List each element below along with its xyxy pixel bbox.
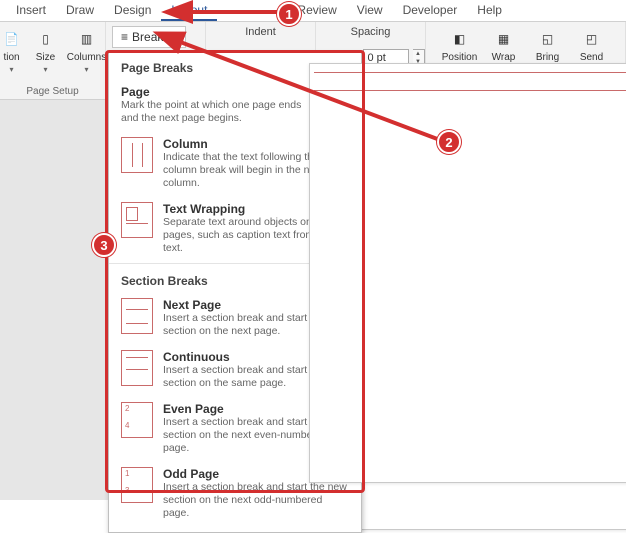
menu-item-page-break[interactable]: Page Mark the point at which one page en… [109,79,361,131]
tab-layout[interactable]: Layout [161,0,217,21]
position-icon: ◧ [449,28,471,50]
breaks-button[interactable]: ≡ Breaks ▾ [112,26,186,48]
bring-forward-icon: ◱ [537,28,559,50]
columns-button[interactable]: ▥ Columns ▾ [67,26,107,76]
columns-icon: ▥ [76,28,98,50]
tab-hidden-1[interactable] [217,0,267,21]
page-size-icon: ▯ [35,28,57,50]
column-break-icon [121,137,153,173]
size-button[interactable]: ▯ Size ▾ [31,26,61,76]
chevron-down-icon: ▾ [173,33,177,42]
tab-help[interactable]: Help [467,0,512,21]
odd-page-icon [121,467,153,503]
chevron-down-icon: ▾ [43,65,47,74]
text-wrapping-break-icon [121,202,153,238]
even-page-icon [121,402,153,438]
annotation-3: 3 [92,233,116,257]
group-page-setup: 📄 tion ▾ ▯ Size ▾ ▥ Columns ▾ Page Setup [0,22,106,99]
next-page-icon [121,298,153,334]
page-break-icon [309,63,626,483]
chevron-down-icon: ▾ [84,65,88,74]
chevron-down-icon: ▾ [9,65,13,74]
breaks-icon: ≡ [121,30,128,44]
tab-design[interactable]: Design [104,0,161,21]
breaks-dropdown: Page Breaks Page Mark the point at which… [108,52,362,533]
wrap-text-icon: ▦ [493,28,515,50]
annotation-2: 2 [437,130,461,154]
orientation-icon: 📄 [1,28,23,50]
annotation-1: 1 [277,2,301,26]
menu-tabs: Insert Draw Design Layout Review View De… [0,0,626,22]
tab-draw[interactable]: Draw [56,0,104,21]
tab-view[interactable]: View [347,0,393,21]
continuous-icon [121,350,153,386]
send-backward-icon: ◰ [581,28,603,50]
tab-insert[interactable]: Insert [6,0,56,21]
tab-developer[interactable]: Developer [393,0,468,21]
orientation-button[interactable]: 📄 tion ▾ [0,26,25,76]
